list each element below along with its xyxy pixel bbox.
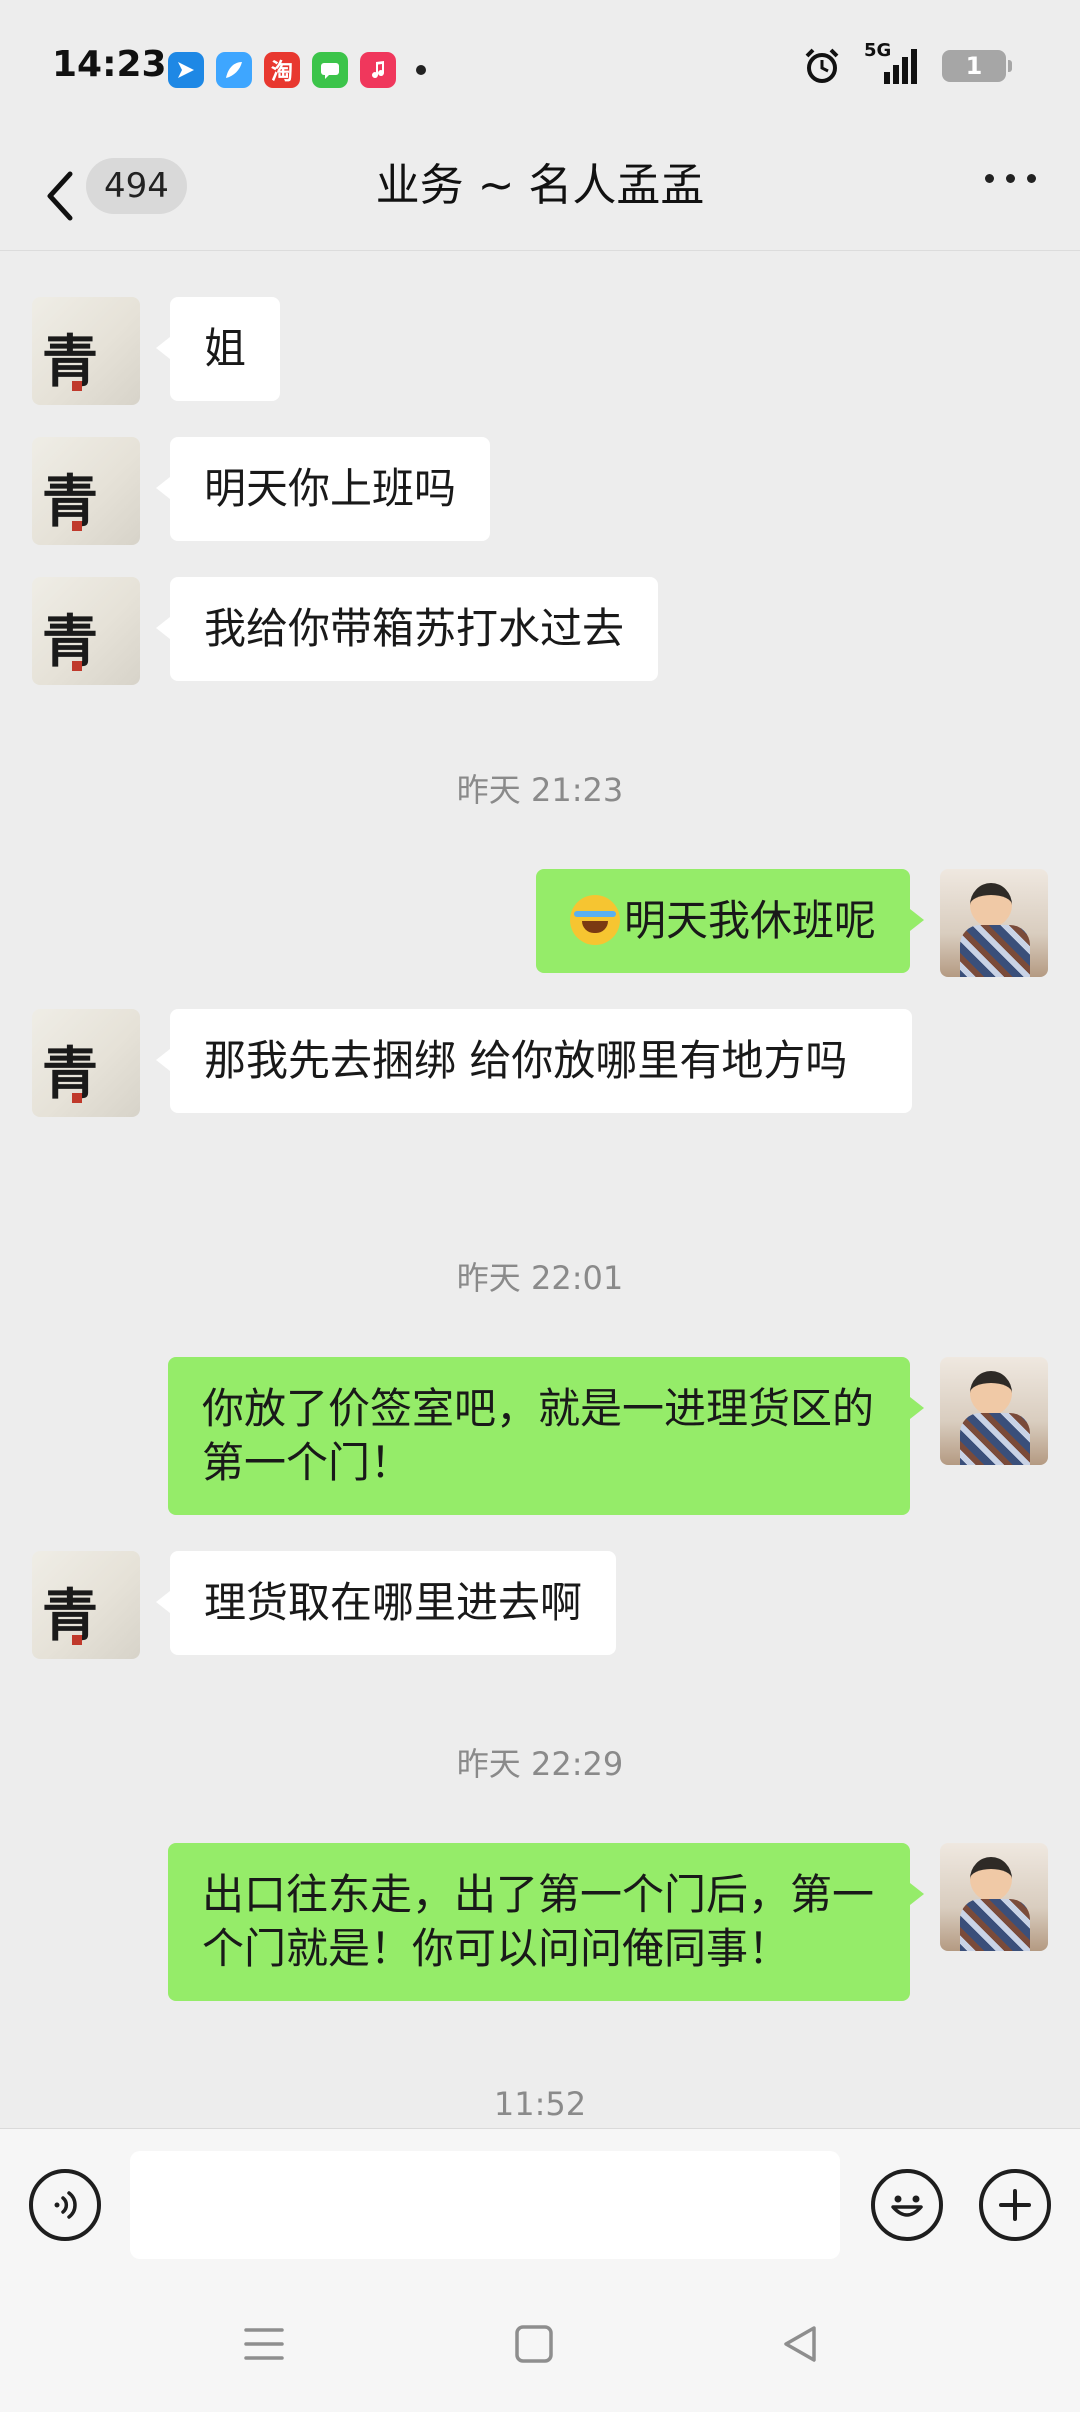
message-text: 我给你带箱苏打水过去 xyxy=(204,604,625,653)
message-input-bar xyxy=(0,2128,1080,2285)
music-app-icon xyxy=(360,52,396,88)
voice-icon[interactable] xyxy=(29,2169,101,2241)
emoji-icon[interactable] xyxy=(871,2169,943,2241)
message-text: 理货取在哪里进去啊 xyxy=(204,1578,583,1627)
contact-avatar[interactable]: 青留 xyxy=(32,577,140,685)
message-bubble-incoming[interactable]: 我给你带箱苏打水过去 xyxy=(155,577,659,681)
bluebird-app-icon xyxy=(168,52,204,88)
my-avatar[interactable] xyxy=(940,1843,1048,1951)
taobao-app-icon: 淘 xyxy=(264,52,300,88)
message-text: 明天我休班呢 xyxy=(623,896,876,945)
message-text: 出口往东走，出了第一个门后，第一个门就是！你可以问问俺同事！ xyxy=(202,1870,875,1973)
system-navigation-bar xyxy=(0,2284,1080,2412)
back-arrow-icon[interactable] xyxy=(40,168,80,224)
chat-messages[interactable]: 青留 姐 青留 明天你上班吗 青留 我给你带箱苏打水过去 昨天 21:23 明天… xyxy=(0,251,1080,2127)
message-bubble-incoming[interactable]: 姐 xyxy=(155,297,281,401)
contact-avatar[interactable]: 青留 xyxy=(32,1551,140,1659)
timestamp: 昨天 22:01 xyxy=(456,1259,624,1297)
message-input[interactable] xyxy=(130,2151,840,2259)
contact-avatar[interactable]: 青留 xyxy=(32,437,140,545)
timestamp: 11:52 xyxy=(493,2085,587,2123)
message-bubble-incoming[interactable]: 那我先去捆绑 给你放哪里有地方吗 xyxy=(156,1009,912,1113)
chat-header: 494 业务 ~ 名人孟孟 xyxy=(0,140,1080,251)
notification-icons: 淘 xyxy=(168,52,426,88)
more-notifications-dot xyxy=(416,65,426,75)
message-bubble-outgoing[interactable]: 你放了价签室吧，就是一进理货区的第一个门！ xyxy=(168,1357,924,1515)
message-bubble-outgoing[interactable]: 出口往东走，出了第一个门后，第一个门就是！你可以问问俺同事！ xyxy=(168,1843,924,2001)
contact-avatar[interactable]: 青留 xyxy=(32,1009,140,1117)
timestamp: 昨天 22:29 xyxy=(456,1745,624,1783)
status-right: 5G 1 xyxy=(802,40,1012,86)
messages-app-icon xyxy=(312,52,348,88)
contact-avatar[interactable]: 青留 xyxy=(32,297,140,405)
message-text: 那我先去捆绑 给你放哪里有地方吗 xyxy=(204,1036,848,1085)
back-nav-icon[interactable] xyxy=(780,2324,820,2364)
alarm-icon xyxy=(805,48,839,83)
chat-title: 业务 ~ 名人孟孟 xyxy=(375,160,705,211)
plus-icon[interactable] xyxy=(979,2169,1051,2241)
feather-app-icon xyxy=(216,52,252,88)
status-bar: 14:23 淘 5G 1 xyxy=(0,0,1080,140)
signal-icon: 5G xyxy=(864,40,920,86)
menu-nav-icon[interactable] xyxy=(244,2324,284,2364)
more-options-icon[interactable] xyxy=(985,174,1036,183)
message-text: 姐 xyxy=(204,324,247,373)
message-bubble-incoming[interactable]: 理货取在哪里进去啊 xyxy=(155,1551,617,1655)
message-text: 你放了价签室吧，就是一进理货区的第一个门！ xyxy=(202,1384,875,1487)
taobao-glyph: 淘 xyxy=(270,60,293,85)
laughing-crying-emoji-icon xyxy=(569,895,620,945)
battery-indicator: 1 xyxy=(942,50,1012,82)
my-avatar[interactable] xyxy=(940,869,1048,977)
message-bubble-outgoing[interactable]: 明天我休班呢 xyxy=(535,869,925,973)
timestamp: 昨天 21:23 xyxy=(456,771,624,809)
status-time: 14:23 xyxy=(52,44,167,85)
home-nav-icon[interactable] xyxy=(514,2324,554,2364)
message-bubble-incoming[interactable]: 明天你上班吗 xyxy=(155,437,491,541)
message-text: 明天你上班吗 xyxy=(204,464,457,513)
unread-count-badge[interactable]: 494 xyxy=(86,158,187,214)
my-avatar[interactable] xyxy=(940,1357,1048,1465)
